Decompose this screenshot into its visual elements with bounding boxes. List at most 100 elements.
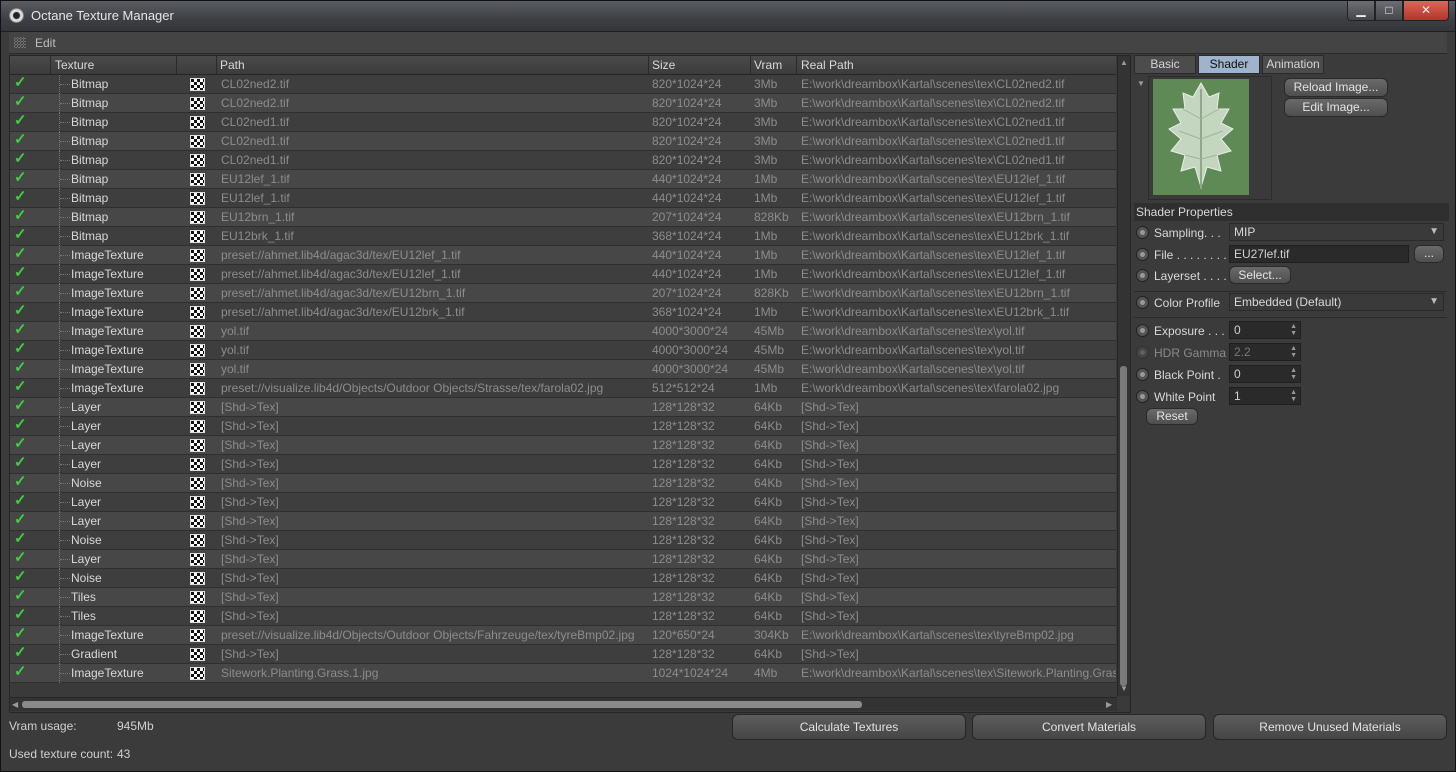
table-row[interactable]: ✓ ImageTexture preset://ahmet.lib4d/agac3d… (10, 302, 1116, 322)
header-separator[interactable] (750, 56, 751, 74)
table-row[interactable]: ✓ Tiles [Shd->Tex] 128*128*32 64Kb [Shd->Tex] (10, 606, 1116, 626)
tab-basic[interactable]: Basic (1134, 55, 1196, 74)
header-separator[interactable] (648, 56, 649, 74)
table-row[interactable]: ✓ Layer [Shd->Tex] 128*128*32 64Kb [Shd->Tex] (10, 492, 1116, 512)
table-row[interactable]: ✓ Noise [Shd->Tex] 128*128*32 64Kb [Shd->Tex] (10, 530, 1116, 550)
cell-path: [Shd->Tex] (221, 438, 279, 452)
horizontal-scrollbar[interactable]: ◀ ▶ (10, 697, 1117, 711)
cell-size: 368*1024*24 (652, 229, 722, 243)
tab-shader[interactable]: Shader (1198, 55, 1260, 74)
cell-texture-type: ImageTexture (71, 305, 144, 319)
sampling-select[interactable]: MIP ▼ (1229, 223, 1444, 241)
convert-materials-button[interactable]: Convert Materials (972, 714, 1206, 740)
table-row[interactable]: ✓ ImageTexture preset://ahmet.lib4d/agac3d… (10, 264, 1116, 284)
spinner-icon[interactable]: ▲ ▼ (1290, 367, 1297, 381)
header-separator[interactable] (50, 56, 51, 74)
cell-vram: 3Mb (754, 153, 778, 167)
cell-real-path: E:\work\dreambox\Kartal\scenes\tex\EU12b… (801, 286, 1070, 300)
white-point-keyframe-radio[interactable] (1136, 390, 1149, 403)
minimize-button[interactable]: ▁ (1347, 1, 1375, 21)
horizontal-scroll-thumb[interactable] (22, 701, 862, 708)
table-row[interactable]: ✓ Bitmap CL02ned1.tif 820*1024*24 3Mb E:\work… (10, 150, 1116, 170)
table-row[interactable]: ✓ Bitmap CL02ned2.tif 820*1024*24 3Mb E:\work… (10, 93, 1116, 113)
color-profile-keyframe-radio[interactable] (1136, 296, 1149, 309)
cell-size: 1024*1024*24 (652, 666, 729, 680)
exposure-keyframe-radio[interactable] (1136, 324, 1149, 337)
table-body: ✓ Bitmap CL02ned2.tif 820*1024*24 3Mb E:\work… (10, 75, 1116, 695)
reload-image-button[interactable]: Reload Image... (1284, 78, 1388, 97)
layerset-keyframe-radio[interactable] (1136, 269, 1149, 282)
checker-icon (190, 534, 205, 547)
table-row[interactable]: ✓ Bitmap EU12lef_1.tif 440*1024*24 1Mb E:\wor… (10, 169, 1116, 189)
color-profile-select[interactable]: Embedded (Default) ▼ (1229, 293, 1444, 311)
table-row[interactable]: ✓ Gradient [Shd->Tex] 128*128*32 64Kb [Shd->T… (10, 644, 1116, 664)
header-vram[interactable]: Vram (754, 58, 782, 72)
menu-edit[interactable]: Edit (35, 36, 56, 50)
table-row[interactable]: ✓ ImageTexture yol.tif 4000*3000*24 45Mb E:\w… (10, 359, 1116, 379)
table-row[interactable]: ✓ ImageTexture preset://visualize.lib4d/Ob… (10, 378, 1116, 398)
scroll-left-icon[interactable]: ◀ (12, 700, 18, 709)
table-row[interactable]: ✓ ImageTexture yol.tif 4000*3000*24 45Mb E:\w… (10, 340, 1116, 360)
checkmark-icon: ✓ (14, 112, 27, 129)
table-row[interactable]: ✓ ImageTexture preset://ahmet.lib4d/agac3d… (10, 283, 1116, 303)
scroll-up-icon[interactable]: ▲ (1120, 58, 1128, 67)
exposure-field[interactable]: 0 ▲ ▼ (1229, 321, 1301, 339)
file-field[interactable]: EU27lef.tif (1229, 245, 1409, 263)
close-button[interactable]: ✕ (1403, 1, 1449, 21)
calculate-textures-button[interactable]: Calculate Textures (732, 714, 966, 740)
file-browse-button[interactable]: ... (1414, 245, 1444, 263)
file-keyframe-radio[interactable] (1136, 248, 1149, 261)
scroll-right-icon[interactable]: ▶ (1106, 700, 1112, 709)
vertical-scroll-thumb[interactable] (1120, 366, 1127, 686)
header-size[interactable]: Size (652, 58, 675, 72)
table-row[interactable]: ✓ ImageTexture Sitework.Planting.Grass.1.j… (10, 663, 1116, 683)
header-path[interactable]: Path (220, 58, 245, 72)
table-row[interactable]: ✓ ImageTexture preset://ahmet.lib4d/agac3d… (10, 245, 1116, 265)
edit-image-button[interactable]: Edit Image... (1284, 98, 1388, 117)
sampling-keyframe-radio[interactable] (1136, 226, 1149, 239)
table-row[interactable]: ✓ Layer [Shd->Tex] 128*128*32 64Kb [Shd->Tex] (10, 435, 1116, 455)
spinner-icon[interactable]: ▲ ▼ (1290, 323, 1297, 337)
table-row[interactable]: ✓ Layer [Shd->Tex] 128*128*32 64Kb [Shd->Tex] (10, 549, 1116, 569)
table-row[interactable]: ✓ Noise [Shd->Tex] 128*128*32 64Kb [Shd->Tex] (10, 473, 1116, 493)
table-row[interactable]: ✓ Bitmap CL02ned1.tif 820*1024*24 3Mb E:\work… (10, 112, 1116, 132)
table-row[interactable]: ✓ Bitmap EU12brk_1.tif 368*1024*24 1Mb E:\wor… (10, 226, 1116, 246)
table-row[interactable]: ✓ Bitmap EU12brn_1.tif 207*1024*24 828Kb E:\w… (10, 207, 1116, 227)
header-separator[interactable] (216, 56, 217, 74)
table-row[interactable]: ✓ ImageTexture preset://visualize.lib4d/Ob… (10, 625, 1116, 645)
table-row[interactable]: ✓ Layer [Shd->Tex] 128*128*32 64Kb [Shd->Tex] (10, 511, 1116, 531)
remove-unused-materials-button[interactable]: Remove Unused Materials (1213, 714, 1447, 740)
table-row[interactable]: ✓ Noise [Shd->Tex] 128*128*32 64Kb [Shd->Tex] (10, 568, 1116, 588)
texture-count-value: 43 (117, 747, 131, 761)
header-separator[interactable] (176, 56, 177, 74)
tab-animation[interactable]: Animation (1262, 55, 1324, 74)
table-row[interactable]: ✓ Layer [Shd->Tex] 128*128*32 64Kb [Shd->Tex] (10, 397, 1116, 417)
checker-icon (190, 325, 205, 338)
white-point-field[interactable]: 1 ▲ ▼ (1229, 387, 1301, 405)
hdr-gamma-row: HDR Gamma 2.2 ▲ ▼ (1136, 343, 1446, 363)
spinner-icon[interactable]: ▲ ▼ (1290, 389, 1297, 403)
table-row[interactable]: ✓ Bitmap EU12lef_1.tif 440*1024*24 1Mb E:\wor… (10, 188, 1116, 208)
header-separator[interactable] (796, 56, 797, 74)
header-real-path[interactable]: Real Path (801, 58, 854, 72)
layerset-select-button[interactable]: Select... (1229, 266, 1291, 284)
reset-button[interactable]: Reset (1146, 408, 1198, 425)
table-row[interactable]: ✓ Layer [Shd->Tex] 128*128*32 64Kb [Shd->Tex] (10, 416, 1116, 436)
table-row[interactable]: ✓ Layer [Shd->Tex] 128*128*32 64Kb [Shd->Tex] (10, 454, 1116, 474)
black-point-field[interactable]: 0 ▲ ▼ (1229, 365, 1301, 383)
vertical-scrollbar[interactable]: ▲ ▼ (1117, 56, 1130, 696)
cell-real-path: [Shd->Tex] (801, 571, 859, 585)
black-point-row: Black Point . 0 ▲ ▼ (1136, 365, 1446, 385)
collapse-arrow-icon[interactable]: ▼ (1137, 79, 1145, 88)
black-point-keyframe-radio[interactable] (1136, 368, 1149, 381)
header-texture[interactable]: Texture (55, 58, 94, 72)
table-row[interactable]: ✓ ImageTexture yol.tif 4000*3000*24 45Mb E:\w… (10, 321, 1116, 341)
table-row[interactable]: ✓ Bitmap CL02ned2.tif 820*1024*24 3Mb E:\work… (10, 75, 1116, 94)
grip-icon[interactable] (14, 37, 26, 48)
checkmark-icon: ✓ (14, 321, 27, 338)
table-row[interactable]: ✓ Bitmap CL02ned1.tif 820*1024*24 3Mb E:\work… (10, 131, 1116, 151)
maximize-button[interactable]: □ (1375, 1, 1403, 21)
table-row[interactable]: ✓ Tiles [Shd->Tex] 128*128*32 64Kb [Shd->Tex] (10, 587, 1116, 607)
title-bar: Octane Texture Manager ▁ □ ✕ (1, 1, 1455, 32)
scroll-down-icon[interactable]: ▼ (1120, 684, 1128, 693)
